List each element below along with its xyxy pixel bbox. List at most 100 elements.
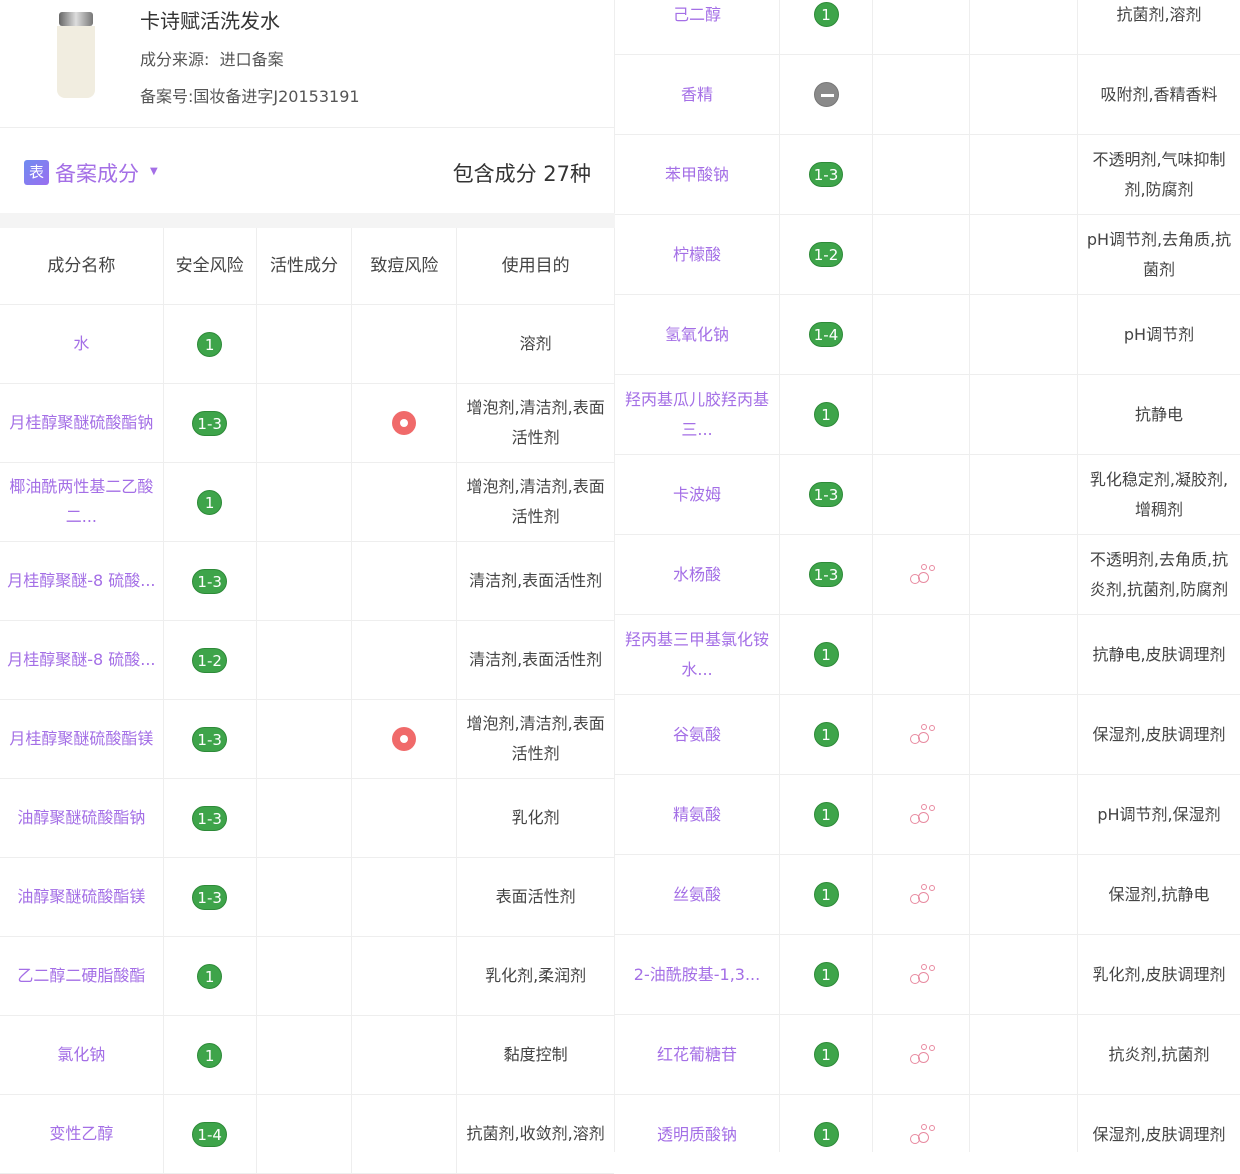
table-row[interactable]: 氢氧化钠1-4pH调节剂 (615, 295, 1240, 375)
acne-cell (970, 695, 1078, 774)
ingredient-name-link[interactable]: 卡波姆 (615, 455, 780, 534)
ingredient-name-link[interactable]: 氢氧化钠 (615, 295, 780, 374)
safety-cell: 1 (780, 775, 873, 854)
active-cell (873, 55, 970, 134)
table-row[interactable]: 柠檬酸1-2pH调节剂,去角质,抗菌剂 (615, 215, 1240, 295)
table-row[interactable]: 氯化钠1黏度控制 (0, 1016, 614, 1095)
ingredient-name-link[interactable]: 精氨酸 (615, 775, 780, 854)
safety-badge: 1-3 (809, 562, 844, 587)
ingredient-name-link[interactable]: 油醇聚醚硫酸酯钠 (0, 779, 164, 857)
ingredient-name-link[interactable]: 月桂醇聚醚硫酸酯钠 (0, 384, 164, 462)
table-row[interactable]: 羟丙基瓜儿胶羟丙基三...1抗静电 (615, 375, 1240, 455)
acne-cell (970, 855, 1078, 934)
ingredient-name-link[interactable]: 氯化钠 (0, 1016, 164, 1094)
safety-cell: 1-3 (780, 455, 873, 534)
column-header: 成分名称 (0, 228, 164, 304)
purpose-cell: 清洁剂,表面活性剂 (457, 542, 614, 620)
table-row[interactable]: 月桂醇聚醚-8 硫酸...1-2清洁剂,表面活性剂 (0, 621, 614, 700)
ingredient-name-link[interactable]: 油醇聚醚硫酸酯镁 (0, 858, 164, 936)
ingredient-name-link[interactable]: 2-油酰胺基-1,3... (615, 935, 780, 1014)
safety-cell: 1-3 (164, 542, 257, 620)
table-row[interactable]: 月桂醇聚醚硫酸酯钠1-3增泡剂,清洁剂,表面活性剂 (0, 384, 614, 463)
active-cell (873, 1015, 970, 1094)
table-row[interactable]: 香精 吸附剂,香精香料 (615, 55, 1240, 135)
ingredient-name-link[interactable]: 月桂醇聚醚-8 硫酸... (0, 621, 164, 699)
ingredient-name-link[interactable]: 变性乙醇 (0, 1095, 164, 1173)
ingredient-name-link[interactable]: 苯甲酸钠 (615, 135, 780, 214)
purpose-cell: 乳化剂 (457, 779, 614, 857)
purpose-cell: pH调节剂 (1078, 295, 1240, 374)
purpose-cell: 抗静电,皮肤调理剂 (1078, 615, 1240, 694)
table-row[interactable]: 油醇聚醚硫酸酯钠 1-3 乳化剂 (0, 779, 614, 858)
table-row[interactable]: 丝氨酸1保湿剂,抗静电 (615, 855, 1240, 935)
ingredient-name-link[interactable]: 椰油酰两性基二乙酸二... (0, 463, 164, 541)
acne-cell (352, 621, 457, 699)
active-cell (873, 615, 970, 694)
active-ingredient-icon (908, 962, 934, 988)
table-row[interactable]: 乙二醇二硬脂酸酯1乳化剂,柔润剂 (0, 937, 614, 1016)
table-row[interactable]: 透明质酸钠1保湿剂,皮肤调理剂 (615, 1095, 1240, 1152)
safety-badge: 1 (814, 642, 839, 667)
ingredient-name-link[interactable]: 羟丙基三甲基氯化铵水... (615, 615, 780, 694)
table-row[interactable]: 水杨酸1-3不透明剂,去角质,抗炎剂,抗菌剂,防腐剂 (615, 535, 1240, 615)
ingredient-name-link[interactable]: 月桂醇聚醚硫酸酯镁 (0, 700, 164, 778)
purpose-cell: 不透明剂,气味抑制剂,防腐剂 (1078, 135, 1240, 214)
ingredient-count: 包含成分 27种 (453, 158, 591, 188)
active-cell (257, 384, 353, 462)
ingredient-name-link[interactable]: 透明质酸钠 (615, 1095, 780, 1152)
ingredient-name-link[interactable]: 柠檬酸 (615, 215, 780, 294)
active-ingredient-icon (908, 882, 934, 908)
table-row[interactable]: 变性乙醇1-4抗菌剂,收敛剂,溶剂 (0, 1095, 614, 1174)
ingredient-name-link[interactable]: 羟丙基瓜儿胶羟丙基三... (615, 375, 780, 454)
caret-down-icon[interactable]: ▼ (150, 166, 158, 177)
active-ingredient-icon (908, 802, 934, 828)
table-row[interactable]: 2-油酰胺基-1,3...1乳化剂,皮肤调理剂 (615, 935, 1240, 1015)
table-row[interactable]: 月桂醇聚醚-8 硫酸...1-3 清洁剂,表面活性剂 (0, 542, 614, 621)
active-cell (873, 535, 970, 614)
acne-cell (970, 0, 1078, 54)
table-row[interactable]: 油醇聚醚硫酸酯镁1-3表面活性剂 (0, 858, 614, 937)
acne-cell (970, 1095, 1078, 1152)
active-cell (873, 935, 970, 1014)
safety-cell: 1 (780, 0, 873, 54)
safety-badge: 1-3 (192, 806, 227, 831)
purpose-cell: 吸附剂,香精香料 (1078, 55, 1240, 134)
table-row[interactable]: 己二醇1抗菌剂,溶剂 (615, 0, 1240, 55)
safety-cell: 1-3 (780, 535, 873, 614)
acne-risk-icon (392, 411, 416, 435)
active-ingredient-icon (908, 1042, 934, 1068)
table-row[interactable]: 羟丙基三甲基氯化铵水... 1 抗静电,皮肤调理剂 (615, 615, 1240, 695)
ingredient-name-link[interactable]: 乙二醇二硬脂酸酯 (0, 937, 164, 1015)
active-cell (873, 775, 970, 854)
safety-badge: 1-3 (192, 727, 227, 752)
active-cell (257, 305, 353, 383)
ingredient-name-link[interactable]: 水 (0, 305, 164, 383)
table-row[interactable]: 卡波姆1-3 乳化稳定剂,凝胶剂,增稠剂 (615, 455, 1240, 535)
acne-cell (970, 135, 1078, 214)
table-row[interactable]: 月桂醇聚醚硫酸酯镁1-3增泡剂,清洁剂,表面活性剂 (0, 700, 614, 779)
ingredient-name-link[interactable]: 香精 (615, 55, 780, 134)
active-cell (873, 215, 970, 294)
ingredient-name-link[interactable]: 月桂醇聚醚-8 硫酸... (0, 542, 164, 620)
purpose-cell: 乳化稳定剂,凝胶剂,增稠剂 (1078, 455, 1240, 534)
table-row[interactable]: 水1溶剂 (0, 305, 614, 384)
ingredient-name-link[interactable]: 己二醇 (615, 0, 780, 54)
safety-badge: 1 (814, 882, 839, 907)
safety-badge: 1-3 (192, 411, 227, 436)
safety-badge: 1 (197, 490, 222, 515)
table-row[interactable]: 精氨酸1pH调节剂,保湿剂 (615, 775, 1240, 855)
table-row[interactable]: 椰油酰两性基二乙酸二...1增泡剂,清洁剂,表面活性剂 (0, 463, 614, 542)
table-row[interactable]: 苯甲酸钠1-3不透明剂,气味抑制剂,防腐剂 (615, 135, 1240, 215)
ingredient-name-link[interactable]: 红花葡糖苷 (615, 1015, 780, 1094)
ingredient-name-link[interactable]: 丝氨酸 (615, 855, 780, 934)
active-cell (257, 1016, 353, 1094)
active-ingredient-icon (908, 1122, 934, 1148)
ingredients-dropdown[interactable]: 备案成分 (55, 158, 139, 188)
purpose-cell: 黏度控制 (457, 1016, 614, 1094)
table-row[interactable]: 谷氨酸1保湿剂,皮肤调理剂 (615, 695, 1240, 775)
table-row[interactable]: 红花葡糖苷1抗炎剂,抗菌剂 (615, 1015, 1240, 1095)
column-header: 安全风险 (164, 228, 257, 304)
ingredient-name-link[interactable]: 水杨酸 (615, 535, 780, 614)
ingredient-name-link[interactable]: 谷氨酸 (615, 695, 780, 774)
acne-cell (970, 215, 1078, 294)
